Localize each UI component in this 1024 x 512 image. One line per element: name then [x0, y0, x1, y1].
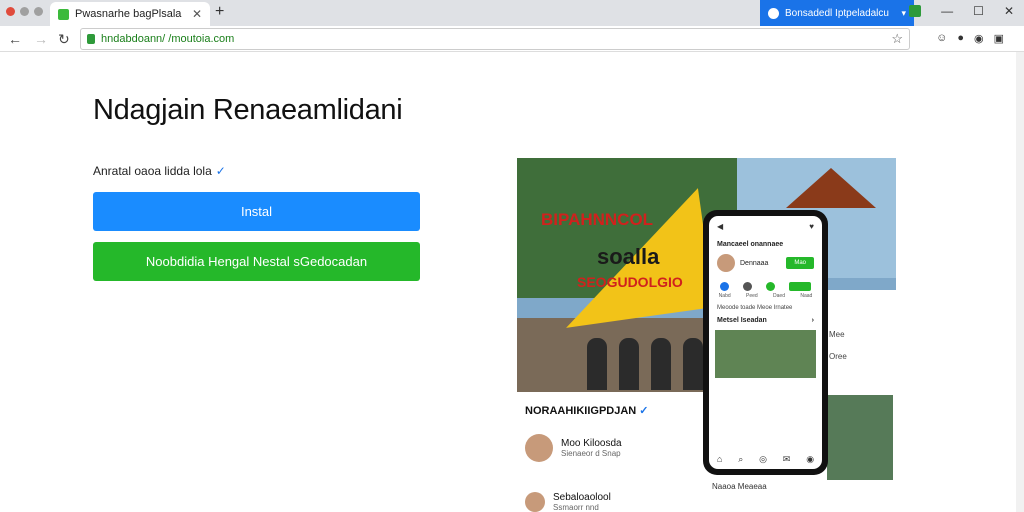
flag-text-line3: SEOGUDOLGIO — [577, 274, 683, 290]
verified-check-icon: ✓ — [639, 405, 649, 417]
phone-section-header: Metsel Iseadan › — [709, 313, 822, 328]
phone-info-line: Meoode toade Meoe Irnatee — [717, 305, 793, 311]
phone-screen: ◀ ♥ Mancaeel onannaee Dennaaa Mao Nabd P… — [709, 216, 822, 469]
minimize-dot-icon[interactable] — [20, 7, 29, 16]
subtitle-text: Anratal oaoa lidda lola — [93, 164, 212, 178]
tab-secondary[interactable]: Bonsadedl Iptpeladalcu ▾ — [760, 0, 914, 26]
card-row[interactable]: Moo Kiloosda Sienaeor d Snap — [525, 434, 622, 462]
close-window-button[interactable]: ✕ — [1004, 4, 1014, 18]
profile-icon: ◉ — [806, 454, 815, 464]
action-caption: Naad — [800, 293, 813, 299]
phone-footer-text: Naaoa Meaeaa — [712, 482, 767, 491]
page-scrollbar[interactable] — [1016, 52, 1024, 512]
side-panel-item[interactable]: Mee — [829, 330, 845, 339]
card-row[interactable]: Sebaloaolool Ssmaorr nnd — [525, 492, 611, 512]
browser-toolbar: ← → ↻ hndabdoann/ /moutoia.com ☆ ☺ ● ◉ ▣ — [0, 26, 1024, 52]
lock-icon — [87, 34, 95, 44]
reload-icon[interactable]: ↻ — [58, 31, 70, 48]
action-caption: Nabd — [718, 293, 731, 299]
phone-header: Mancaeel onannaee — [717, 241, 784, 248]
side-panel: Mee Oree — [825, 290, 896, 482]
phone-profile-row: Dennaaa Mao — [709, 252, 822, 274]
action-caption: Daed — [773, 293, 785, 299]
side-panel-item[interactable]: Oree — [829, 352, 847, 361]
address-bar[interactable]: hndabdoann/ /moutoia.com ☆ — [80, 28, 910, 50]
forward-arrow-icon[interactable]: → — [34, 31, 48, 47]
extension-puzzle-icon[interactable]: ● — [957, 32, 964, 45]
action-icon — [743, 282, 752, 291]
minimize-button[interactable]: — — [941, 4, 953, 18]
tab-title: Pwasnarhe bagPlsala — [75, 8, 182, 20]
card-title-text: NORAAHIKIIGPDJAN — [525, 405, 637, 417]
search-icon: ⌕ — [738, 454, 744, 464]
new-tab-button[interactable]: + — [215, 3, 224, 21]
subtitle: Anratal oaoa lidda lola ✓ — [93, 164, 226, 178]
tab2-favicon-icon — [768, 7, 779, 19]
phone-profile-button: Mao — [786, 257, 814, 269]
tab-bar: Pwasnarhe bagPlsala ✕ + Bonsadedl Iptpel… — [0, 0, 1024, 26]
maximize-dot-icon[interactable] — [34, 7, 43, 16]
card-row-sub: Sienaeor d Snap — [561, 449, 621, 458]
flag-text-line1: BIPAHNNCOL — [541, 210, 654, 229]
phone-nav-bar: ⌂ ⌕ ◎ ✉ ◉ — [709, 454, 822, 465]
person-figure — [651, 338, 671, 390]
phone-profile-name: Dennaaa — [740, 259, 769, 267]
action-icon — [720, 282, 729, 291]
toolbar-icons: ☺ ● ◉ ▣ — [936, 32, 1004, 45]
maximize-button[interactable]: ☐ — [973, 4, 984, 18]
phone-section-title: Metsel Iseadan — [717, 317, 767, 324]
flag-text-line2: soalla — [597, 244, 660, 269]
menu-icon[interactable]: ▣ — [994, 32, 1004, 45]
side-panel-photo — [827, 395, 893, 480]
feed-card: NORAAHIKIIGPDJAN ✓ Moo Kiloosda Sienaeor… — [517, 392, 697, 512]
tab2-title: Bonsadedl Iptpeladalcu — [785, 7, 889, 19]
phone-mockup: ◀ ♥ Mancaeel onannaee Dennaaa Mao Nabd P… — [703, 210, 828, 475]
phone-action-icons — [709, 274, 822, 293]
verified-check-icon: ✓ — [215, 164, 226, 178]
person-figure — [619, 338, 639, 390]
profile-icon[interactable]: ◉ — [974, 32, 984, 45]
window-dots — [6, 7, 43, 16]
secondary-action-button[interactable]: Noobdidia Hengal Nestal sGedocadan — [93, 242, 420, 281]
card-title: NORAAHIKIIGPDJAN ✓ — [525, 404, 649, 417]
card-row-name: Sebaloaolool — [553, 492, 611, 503]
chevron-right-icon: › — [811, 317, 814, 324]
install-button[interactable]: Instal — [93, 192, 420, 231]
person-figure — [683, 338, 703, 390]
avatar — [525, 492, 545, 512]
avatar — [525, 434, 553, 462]
tab-favicon-icon — [58, 8, 69, 20]
extension-icon[interactable] — [909, 5, 922, 17]
circle-icon: ◎ — [759, 454, 767, 464]
home-icon: ⌂ — [716, 454, 723, 464]
avatar — [717, 254, 735, 272]
phone-photo — [715, 330, 816, 378]
window-controls: — ☐ ✕ — [909, 4, 1014, 18]
page-title: Ndagjain Renaeamlidani — [93, 94, 403, 126]
action-icon — [789, 282, 811, 291]
action-caption: Peed — [745, 293, 758, 299]
account-icon[interactable]: ☺ — [936, 32, 947, 45]
chat-icon: ✉ — [782, 454, 791, 464]
action-icon — [766, 282, 775, 291]
back-arrow-icon[interactable]: ← — [8, 31, 22, 47]
phone-status-bar: ◀ ♥ — [709, 216, 822, 237]
tab2-dropdown-icon[interactable]: ▾ — [901, 8, 906, 19]
close-dot-icon[interactable] — [6, 7, 15, 16]
tab-close-icon[interactable]: ✕ — [192, 7, 202, 21]
phone-back-icon: ◀ — [717, 222, 724, 231]
bookmark-star-icon[interactable]: ☆ — [891, 31, 903, 47]
card-row-sub: Ssmaorr nnd — [553, 503, 599, 512]
tab-active[interactable]: Pwasnarhe bagPlsala ✕ — [50, 2, 210, 26]
url-text[interactable]: hndabdoann/ /moutoia.com — [101, 33, 234, 45]
card-row-name: Moo Kiloosda — [561, 438, 622, 449]
phone-notify-icon: ♥ — [809, 222, 814, 231]
hero-temple-roof — [786, 168, 876, 208]
person-figure — [587, 338, 607, 390]
